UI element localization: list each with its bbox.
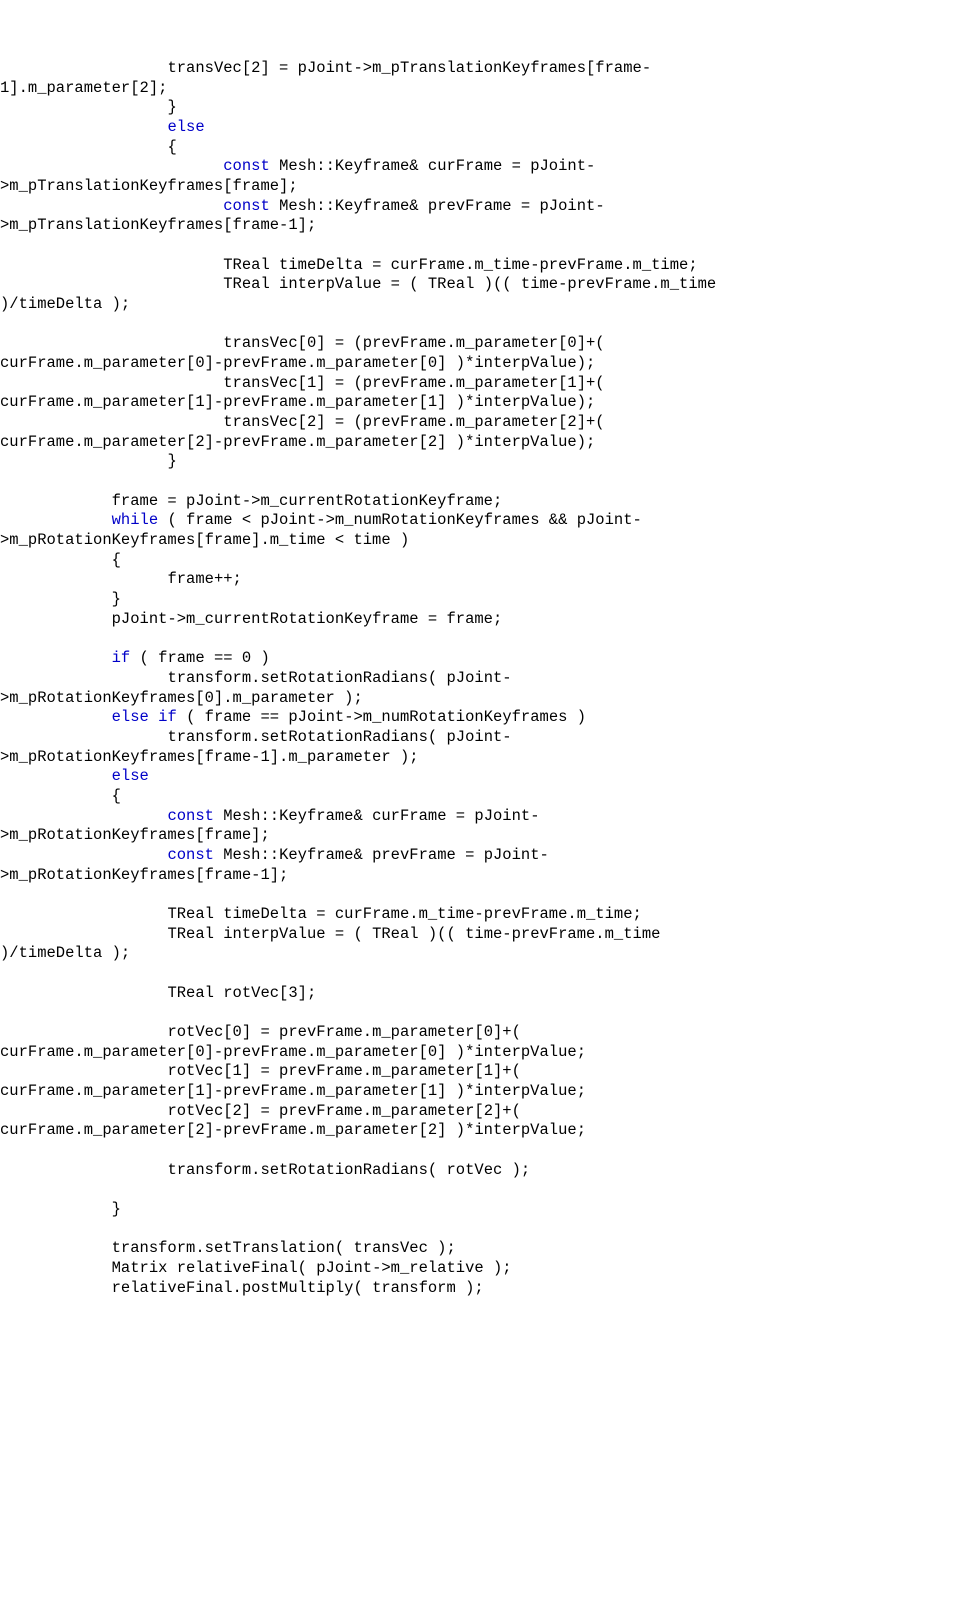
code-line: const Mesh::Keyframe& curFrame = pJoint- <box>0 807 960 827</box>
code-line: >m_pRotationKeyframes[frame].m_time < ti… <box>0 531 960 551</box>
code-line: TReal interpValue = ( TReal )(( time-pre… <box>0 925 960 945</box>
code-line <box>0 1180 960 1200</box>
code-line: curFrame.m_parameter[0]-prevFrame.m_para… <box>0 354 960 374</box>
code-line: curFrame.m_parameter[2]-prevFrame.m_para… <box>0 433 960 453</box>
code-line: } <box>0 1200 960 1220</box>
code-line: { <box>0 787 960 807</box>
keyword: const <box>223 157 270 175</box>
keyword: else <box>112 708 149 726</box>
code-line: } <box>0 98 960 118</box>
code-line <box>0 1141 960 1161</box>
code-line: transform.setRotationRadians( pJoint- <box>0 728 960 748</box>
code-line: transform.setRotationRadians( rotVec ); <box>0 1161 960 1181</box>
code-line: relativeFinal.postMultiply( transform ); <box>0 1279 960 1299</box>
code-line: const Mesh::Keyframe& prevFrame = pJoint… <box>0 197 960 217</box>
keyword: while <box>112 511 159 529</box>
code-line: >m_pRotationKeyframes[frame-1].m_paramet… <box>0 748 960 768</box>
code-line <box>0 315 960 335</box>
keyword: if <box>158 708 177 726</box>
code-line: frame = pJoint->m_currentRotationKeyfram… <box>0 492 960 512</box>
code-block: transVec[2] = pJoint->m_pTranslationKeyf… <box>0 59 960 1298</box>
code-line: Matrix relativeFinal( pJoint->m_relative… <box>0 1259 960 1279</box>
code-line: )/timeDelta ); <box>0 295 960 315</box>
code-line: { <box>0 551 960 571</box>
code-line: TReal rotVec[3]; <box>0 984 960 1004</box>
code-line: transform.setRotationRadians( pJoint- <box>0 669 960 689</box>
code-line <box>0 964 960 984</box>
code-line: rotVec[1] = prevFrame.m_parameter[1]+( <box>0 1062 960 1082</box>
code-line: rotVec[2] = prevFrame.m_parameter[2]+( <box>0 1102 960 1122</box>
code-line: { <box>0 138 960 158</box>
code-line: curFrame.m_parameter[1]-prevFrame.m_para… <box>0 1082 960 1102</box>
code-line: const Mesh::Keyframe& curFrame = pJoint- <box>0 157 960 177</box>
code-line: transVec[0] = (prevFrame.m_parameter[0]+… <box>0 334 960 354</box>
code-line: transform.setTranslation( transVec ); <box>0 1239 960 1259</box>
code-line: rotVec[0] = prevFrame.m_parameter[0]+( <box>0 1023 960 1043</box>
code-line: curFrame.m_parameter[0]-prevFrame.m_para… <box>0 1043 960 1063</box>
keyword: const <box>223 197 270 215</box>
code-line: >m_pTranslationKeyframes[frame]; <box>0 177 960 197</box>
code-line: 1].m_parameter[2]; <box>0 79 960 99</box>
code-line: } <box>0 452 960 472</box>
code-line: else <box>0 767 960 787</box>
code-line: TReal interpValue = ( TReal )(( time-pre… <box>0 275 960 295</box>
code-line: } <box>0 590 960 610</box>
code-line: )/timeDelta ); <box>0 944 960 964</box>
code-line: >m_pRotationKeyframes[frame-1]; <box>0 866 960 886</box>
code-line <box>0 1220 960 1240</box>
code-line: >m_pTranslationKeyframes[frame-1]; <box>0 216 960 236</box>
keyword: if <box>112 649 131 667</box>
code-line: const Mesh::Keyframe& prevFrame = pJoint… <box>0 846 960 866</box>
code-line: TReal timeDelta = curFrame.m_time-prevFr… <box>0 256 960 276</box>
code-line <box>0 885 960 905</box>
code-line: pJoint->m_currentRotationKeyframe = fram… <box>0 610 960 630</box>
code-line: transVec[1] = (prevFrame.m_parameter[1]+… <box>0 374 960 394</box>
keyword: const <box>167 807 214 825</box>
code-line: TReal timeDelta = curFrame.m_time-prevFr… <box>0 905 960 925</box>
keyword: else <box>167 118 204 136</box>
code-line <box>0 472 960 492</box>
code-line: curFrame.m_parameter[2]-prevFrame.m_para… <box>0 1121 960 1141</box>
code-line <box>0 1003 960 1023</box>
code-line <box>0 236 960 256</box>
keyword: else <box>112 767 149 785</box>
code-line: curFrame.m_parameter[1]-prevFrame.m_para… <box>0 393 960 413</box>
code-line: >m_pRotationKeyframes[0].m_parameter ); <box>0 689 960 709</box>
code-line: else <box>0 118 960 138</box>
code-line: while ( frame < pJoint->m_numRotationKey… <box>0 511 960 531</box>
code-line: transVec[2] = pJoint->m_pTranslationKeyf… <box>0 59 960 79</box>
code-line: else if ( frame == pJoint->m_numRotation… <box>0 708 960 728</box>
code-line: transVec[2] = (prevFrame.m_parameter[2]+… <box>0 413 960 433</box>
keyword: const <box>167 846 214 864</box>
code-line: >m_pRotationKeyframes[frame]; <box>0 826 960 846</box>
code-line: frame++; <box>0 570 960 590</box>
code-line: if ( frame == 0 ) <box>0 649 960 669</box>
code-line <box>0 630 960 650</box>
